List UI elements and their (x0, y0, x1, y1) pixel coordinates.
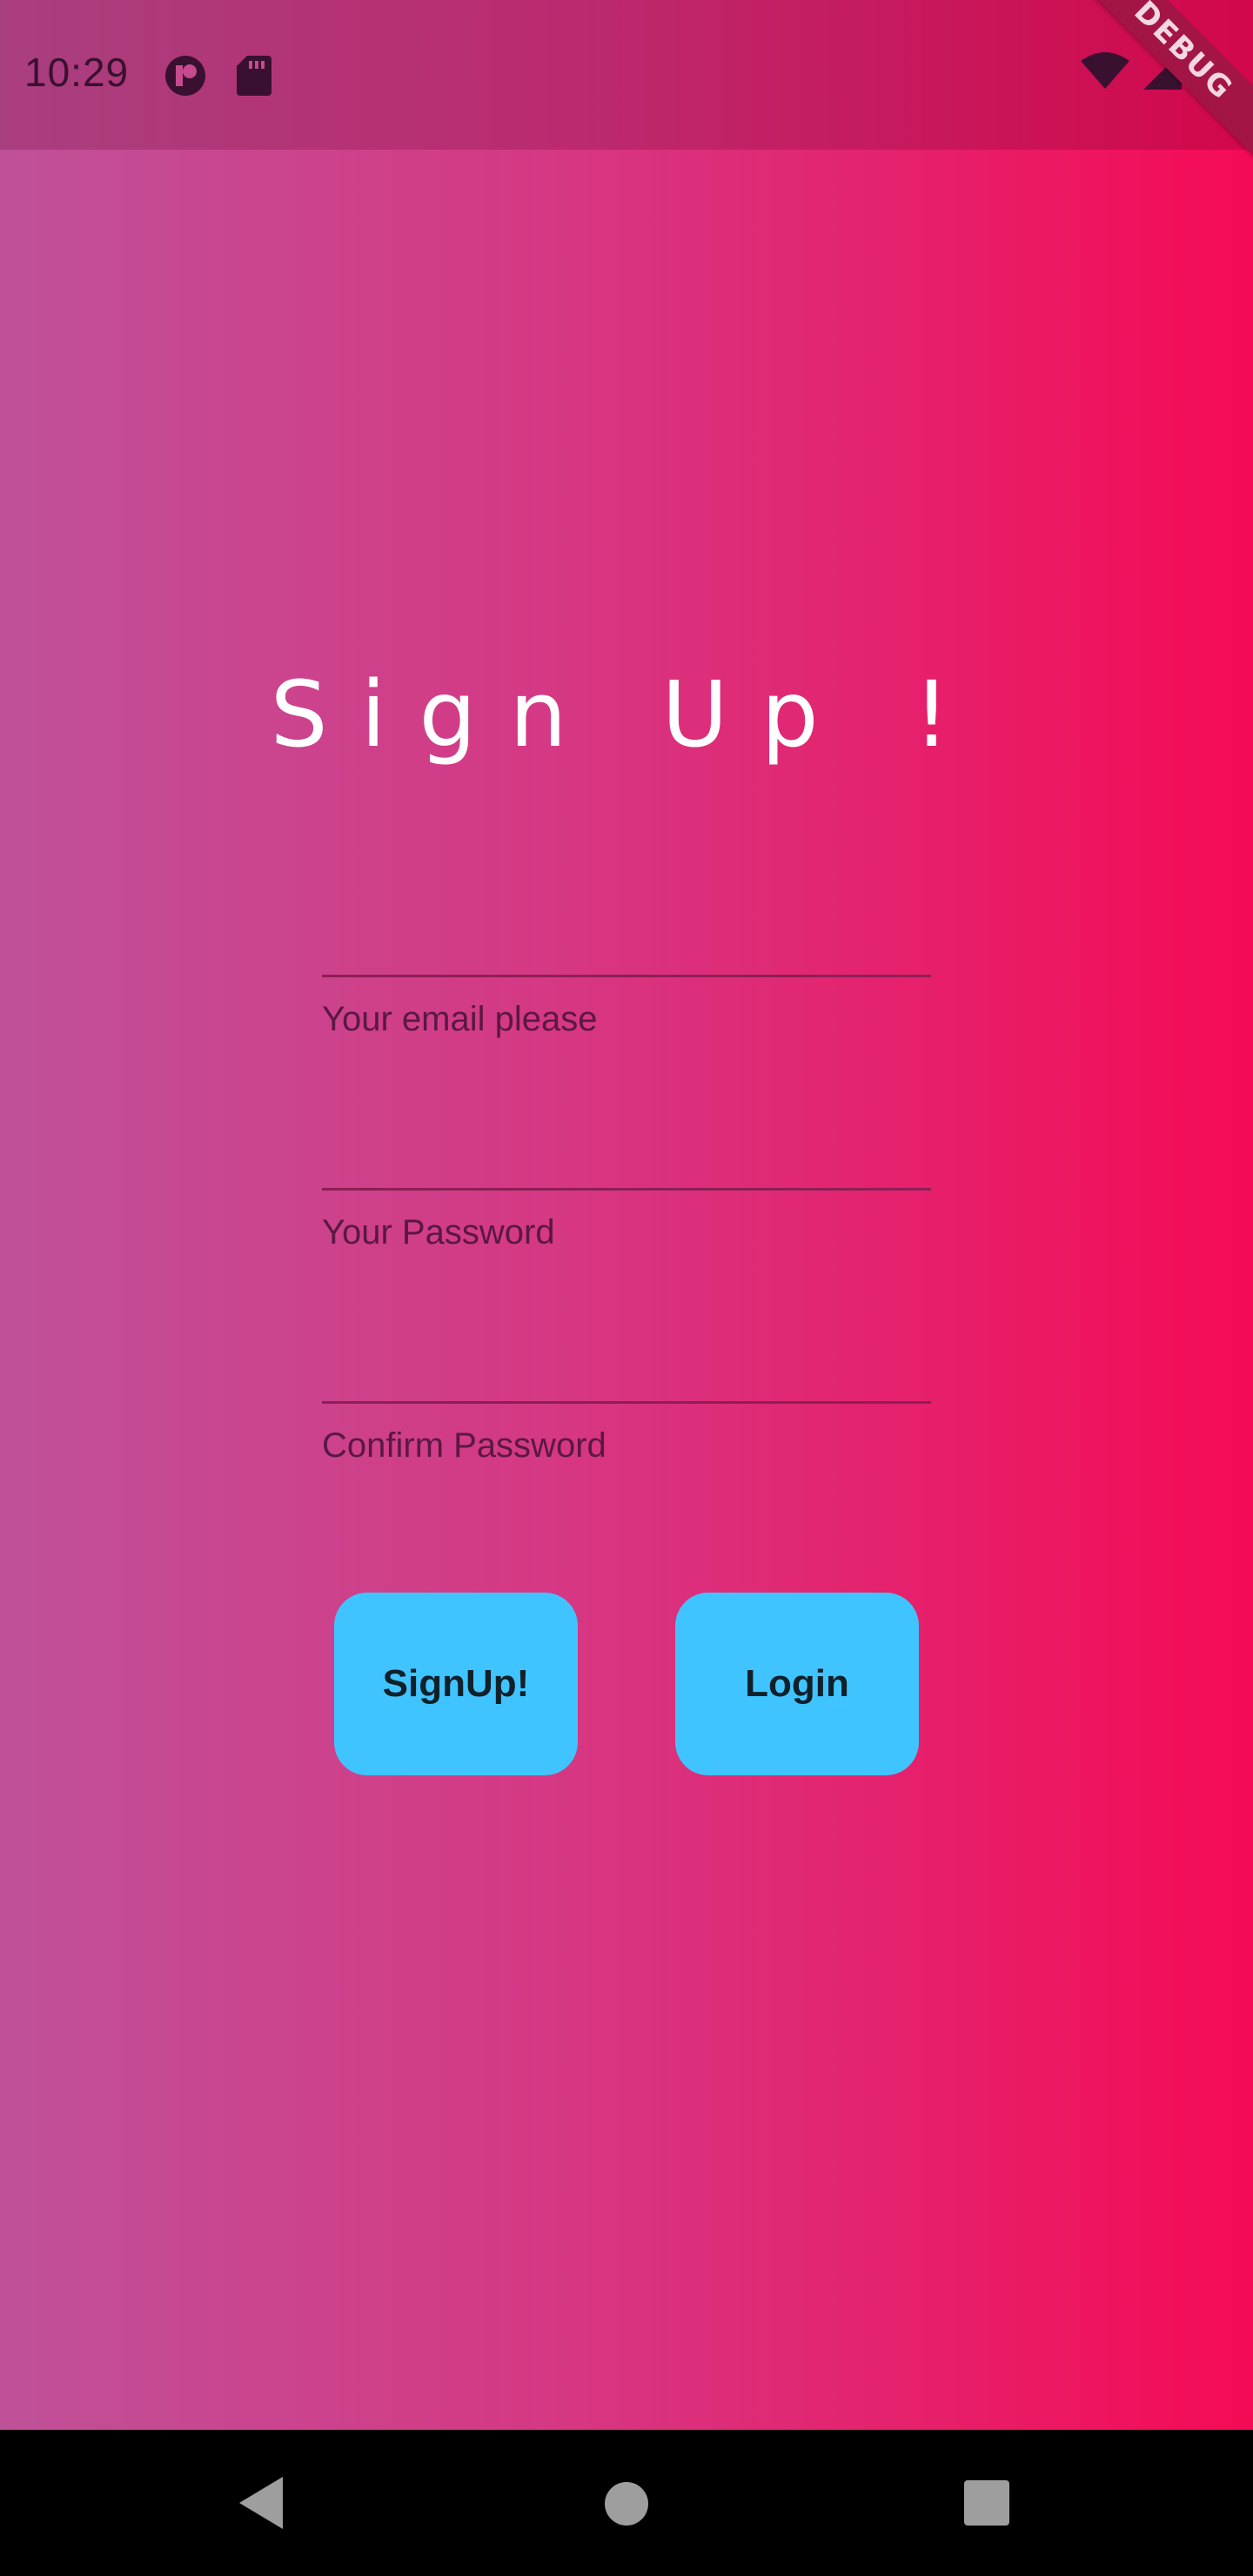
status-bar: 10:29 DEBUG (0, 0, 1253, 160)
email-underline (322, 975, 931, 977)
email-field[interactable] (322, 905, 931, 975)
confirm-password-field-group: Confirm Password (322, 1332, 931, 1466)
email-label: Your email please (322, 1000, 598, 1038)
signup-button[interactable]: SignUp! (334, 1593, 578, 1775)
wifi-icon (1081, 52, 1129, 93)
password-label: Your Password (322, 1213, 555, 1251)
back-icon[interactable] (239, 2477, 283, 2529)
confirm-password-underline (322, 1401, 931, 1404)
home-icon[interactable] (605, 2482, 648, 2526)
data-saver-icon (164, 54, 207, 102)
status-time: 10:29 (24, 50, 130, 95)
sd-card-icon (237, 54, 271, 100)
signup-screen: 10:29 DEBUG Sign Up ! Your email please … (0, 0, 1253, 2576)
password-underline (322, 1188, 931, 1191)
recents-icon[interactable] (964, 2480, 1009, 2526)
confirm-password-field[interactable] (322, 1332, 931, 1401)
confirm-password-label: Confirm Password (322, 1426, 606, 1465)
password-field-group: Your Password (322, 1118, 931, 1252)
page-title: Sign Up ! (270, 661, 983, 768)
password-field[interactable] (322, 1118, 931, 1188)
navigation-bar (0, 2430, 1253, 2576)
login-button[interactable]: Login (675, 1593, 919, 1775)
email-field-group: Your email please (322, 905, 931, 1039)
